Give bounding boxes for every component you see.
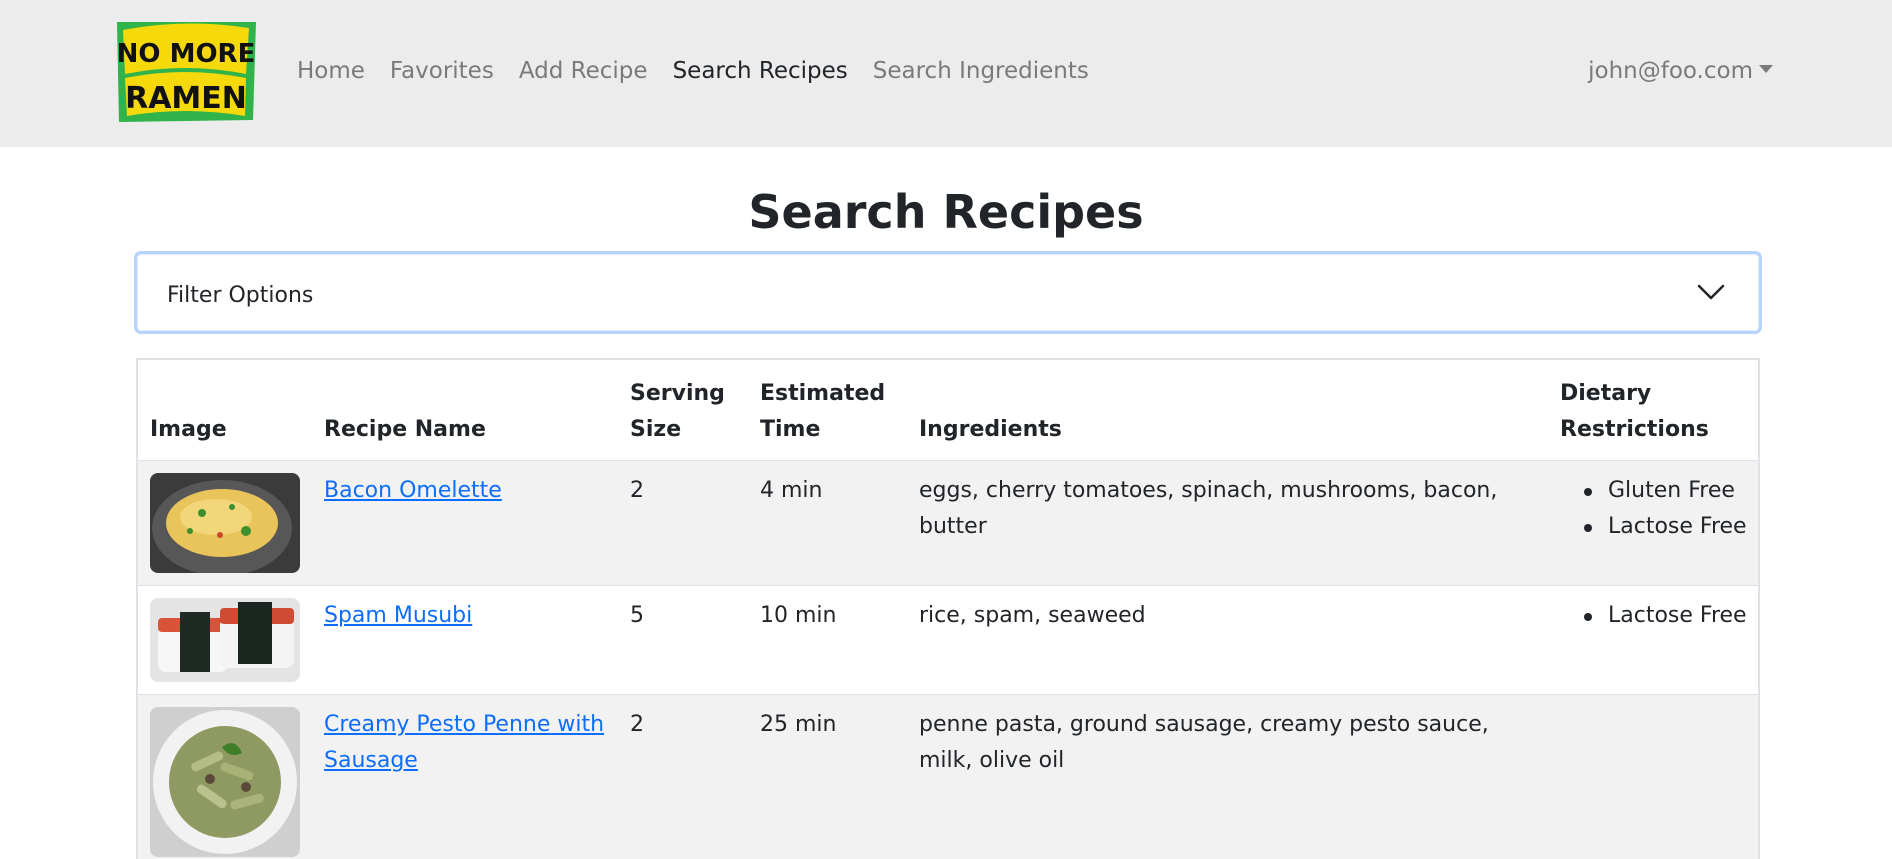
ingredients-cell: eggs, cherry tomatoes, spinach, mushroom… [919,478,1498,539]
image-cell [138,461,312,586]
navbar: NO MORE RAMEN Home Favorites Add Recipe … [0,0,1892,147]
filter-options-label: Filter Options [167,283,314,308]
ingredients-cell: rice, spam, seaweed [919,603,1146,628]
dietary-cell: Lactose Free [1548,586,1758,695]
dietary-item: Lactose Free [1560,598,1750,634]
chevron-down-icon [1697,284,1725,300]
spam-musubi-photo[interactable] [150,598,300,682]
main-nav: Home Favorites Add Recipe Search Recipes… [297,58,1114,84]
user-dropdown[interactable]: john@foo.com [1588,58,1773,84]
no-more-ramen-logo[interactable]: NO MORE RAMEN [115,20,258,124]
nav-search-ingredients[interactable]: Search Ingredients [873,58,1089,84]
page-title: Search Recipes [748,185,1144,239]
estimated-time-cell: 10 min [760,603,837,628]
header-estimated-time: Estimated Time [748,360,907,461]
serving-size-cell: 2 [630,478,644,503]
nav-favorites[interactable]: Favorites [390,58,494,84]
header-image: Image [138,360,312,461]
header-dietary-restrictions: Dietary Restrictions [1548,360,1758,461]
recipe-name-cell: Creamy Pesto Penne with Sausage [312,695,618,859]
nav-add-recipe[interactable]: Add Recipe [519,58,648,84]
recipe-link-spam-musubi[interactable]: Spam Musubi [324,603,472,628]
ingredients-cell: penne pasta, ground sausage, creamy pest… [919,712,1489,773]
table-row: Creamy Pesto Penne with Sausage 2 25 min… [138,694,1758,859]
image-cell [138,695,312,859]
dietary-list: Gluten Free Lactose Free [1560,473,1750,545]
table-row: Bacon Omelette 2 4 min eggs, cherry toma… [138,460,1758,586]
logo-text-top: NO MORE [117,39,256,69]
table-header-row: Image Recipe Name Serving Size Estimated… [138,360,1758,461]
nav-search-recipes[interactable]: Search Recipes [673,58,848,84]
caret-down-icon [1759,65,1773,73]
recipe-name-cell: Bacon Omelette [312,461,618,586]
bacon-omelette-photo[interactable] [150,473,300,573]
nav-home[interactable]: Home [297,58,365,84]
filter-options-toggle[interactable]: Filter Options [134,251,1762,334]
creamy-pesto-penne-photo[interactable] [150,707,300,857]
recipe-name-cell: Spam Musubi [312,586,618,695]
dietary-item: Lactose Free [1560,509,1750,545]
logo-text-bottom: RAMEN [125,81,247,116]
recipe-link-creamy-pesto-penne[interactable]: Creamy Pesto Penne with Sausage [324,712,604,773]
dietary-cell: Gluten Free Lactose Free [1548,461,1758,586]
serving-size-cell: 2 [630,712,644,737]
image-cell [138,586,312,695]
dietary-item: Gluten Free [1560,473,1750,509]
estimated-time-cell: 25 min [760,712,837,737]
dietary-cell [1548,695,1758,859]
recipes-table: Image Recipe Name Serving Size Estimated… [136,358,1760,859]
header-serving-size: Serving Size [618,360,748,461]
header-recipe-name: Recipe Name [312,360,618,461]
recipe-link-bacon-omelette[interactable]: Bacon Omelette [324,478,502,503]
header-ingredients: Ingredients [907,360,1548,461]
dietary-list: Lactose Free [1560,598,1750,634]
estimated-time-cell: 4 min [760,478,823,503]
table-row: Spam Musubi 5 10 min rice, spam, seaweed… [138,585,1758,695]
serving-size-cell: 5 [630,603,644,628]
user-email: john@foo.com [1588,58,1753,84]
